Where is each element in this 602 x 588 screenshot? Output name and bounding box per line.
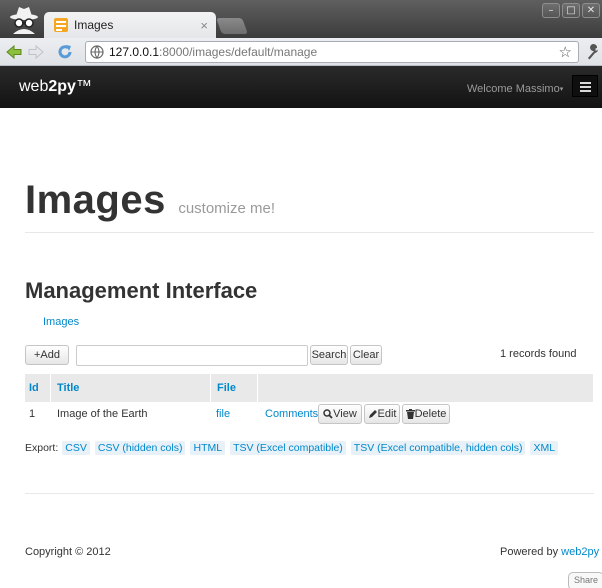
delete-label: Delete (414, 408, 447, 420)
edit-label: Edit (377, 408, 397, 420)
page-header: Images customize me! (25, 178, 275, 223)
export-xml-link[interactable]: XML (530, 441, 559, 455)
url-text: 127.0.0.1:8000/images/default/manage (109, 45, 317, 59)
share-button[interactable]: Share (568, 572, 602, 588)
page-info-icon[interactable] (90, 45, 104, 59)
column-separator (257, 374, 258, 402)
new-tab-button[interactable] (216, 18, 248, 34)
search-input[interactable] (76, 345, 308, 366)
column-separator (50, 374, 51, 402)
brand-logo[interactable]: web2py™ (19, 78, 92, 96)
search-icon (323, 409, 333, 419)
view-label: View (333, 408, 357, 420)
records-count: 1 records found (500, 348, 577, 360)
forward-arrow-icon[interactable] (27, 43, 45, 61)
url-path: :8000/images/default/manage (159, 45, 318, 59)
export-tsv-hidden-link[interactable]: TSV (Excel compatible, hidden cols) (350, 441, 526, 455)
comments-link[interactable]: Comments (265, 408, 318, 420)
back-arrow-icon[interactable] (5, 43, 23, 61)
hamburger-bar (580, 82, 591, 84)
browser-toolbar: 127.0.0.1:8000/images/default/manage ☆ (0, 38, 602, 66)
welcome-text: Welcome Massimo (467, 83, 560, 95)
export-tsv-link[interactable]: TSV (Excel compatible) (230, 441, 346, 455)
edit-button[interactable]: Edit (364, 404, 400, 424)
column-header-id[interactable]: Id (29, 382, 39, 394)
site-navbar: web2py™ Welcome Massimo▾ (0, 66, 602, 108)
window-controls: – □ ✕ (542, 3, 600, 18)
footer-divider (25, 493, 594, 494)
caret-down-icon: ▾ (559, 86, 564, 94)
bookmark-star-icon[interactable]: ☆ (559, 43, 572, 61)
divider (25, 232, 594, 233)
wrench-icon[interactable] (586, 44, 600, 60)
breadcrumb-images[interactable]: Images (43, 316, 79, 328)
web2py-favicon-icon (54, 18, 68, 32)
user-menu[interactable]: Welcome Massimo▾ (467, 83, 563, 95)
export-label: Export: (25, 442, 59, 454)
table-header: Id Title File (25, 374, 593, 402)
add-button[interactable]: +Add (25, 345, 69, 365)
hamburger-bar (580, 90, 591, 92)
export-csv-hidden-link[interactable]: CSV (hidden cols) (94, 441, 186, 455)
maximize-button[interactable]: □ (562, 3, 580, 18)
tab-title: Images (74, 18, 114, 32)
section-heading: Management Interface (25, 278, 258, 303)
hamburger-bar (580, 86, 591, 88)
cell-file-link[interactable]: file (216, 408, 230, 420)
export-bar: Export: CSV CSV (hidden cols) HTML TSV (… (25, 441, 563, 455)
web2py-link[interactable]: web2py (561, 546, 599, 558)
tab-close-icon[interactable]: × (200, 18, 208, 33)
copyright-text: Copyright © 2012 (25, 546, 111, 558)
export-csv-link[interactable]: CSV (62, 441, 90, 455)
browser-tab[interactable]: Images × (44, 12, 216, 38)
close-window-button[interactable]: ✕ (582, 3, 600, 18)
column-header-file[interactable]: File (217, 382, 236, 394)
column-header-title[interactable]: Title (57, 382, 79, 394)
url-host: 127.0.0.1 (109, 45, 160, 59)
powered-by: Powered by web2py (500, 546, 599, 558)
clear-button[interactable]: Clear (350, 345, 382, 365)
pencil-icon (368, 410, 377, 418)
column-separator (210, 374, 211, 402)
brand-suffix: ™ (75, 78, 92, 95)
address-bar[interactable]: 127.0.0.1:8000/images/default/manage ☆ (85, 41, 579, 63)
delete-button[interactable]: Delete (402, 404, 450, 424)
cell-title: Image of the Earth (57, 408, 148, 420)
view-button[interactable]: View (318, 404, 362, 424)
brand-bold: 2py (48, 78, 76, 95)
incognito-icon (10, 7, 38, 34)
reload-icon[interactable] (56, 43, 74, 61)
search-button[interactable]: Search (310, 345, 348, 365)
cell-id: 1 (29, 408, 36, 420)
trash-icon (405, 409, 415, 419)
hamburger-menu-button[interactable] (572, 75, 598, 97)
minimize-button[interactable]: – (542, 3, 560, 18)
page-title: Images (25, 178, 166, 222)
export-html-link[interactable]: HTML (190, 441, 226, 455)
browser-titlebar: Images × – □ ✕ (0, 0, 602, 38)
page-subtitle: customize me! (178, 200, 276, 217)
powered-by-text: Powered by (500, 546, 559, 558)
brand-prefix: web (19, 78, 49, 95)
